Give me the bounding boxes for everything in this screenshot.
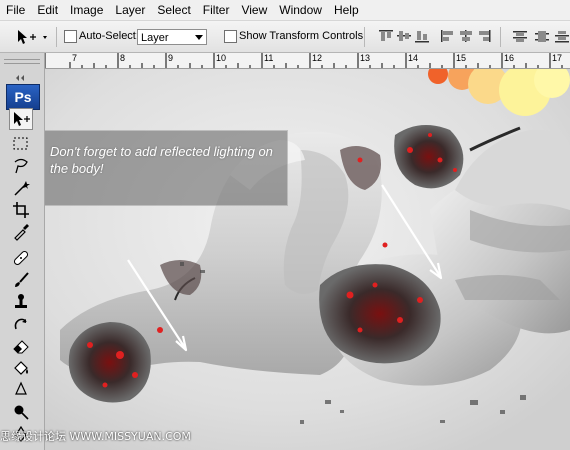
dodge-tool[interactable] bbox=[9, 401, 33, 423]
collapse-arrows-icon[interactable] bbox=[16, 68, 26, 81]
dodge-icon bbox=[14, 405, 29, 420]
ruler-label: 11 bbox=[264, 53, 274, 63]
align-horizontal-center-icon[interactable] bbox=[458, 29, 474, 43]
auto-select-label: Auto-Select: bbox=[79, 30, 139, 42]
menu-image[interactable]: Image bbox=[64, 0, 109, 20]
paint-bucket-tool[interactable] bbox=[9, 357, 33, 379]
align-vertical-center-icon[interactable] bbox=[396, 29, 412, 43]
ruler-label: 15 bbox=[456, 53, 467, 63]
menu-help[interactable]: Help bbox=[328, 0, 365, 20]
distribute-bottom-icon[interactable] bbox=[554, 29, 570, 43]
auto-select-checkbox[interactable] bbox=[64, 30, 77, 43]
menu-select[interactable]: Select bbox=[151, 0, 196, 20]
quick-selection-tool[interactable] bbox=[9, 177, 33, 199]
menu-filter[interactable]: Filter bbox=[197, 0, 236, 20]
separator bbox=[364, 27, 365, 47]
ruler-label: 7 bbox=[72, 53, 78, 63]
horizontal-ruler[interactable]: 7 8 9 10 11 12 13 14 15 16 17 bbox=[45, 53, 570, 69]
menu-bar: File Edit Image Layer Select Filter View… bbox=[0, 0, 570, 21]
crop-icon bbox=[13, 202, 29, 218]
bandage-icon bbox=[13, 250, 29, 266]
separator bbox=[56, 27, 57, 47]
eraser-tool[interactable] bbox=[9, 335, 33, 357]
stamp-icon bbox=[15, 294, 27, 308]
menu-window[interactable]: Window bbox=[273, 0, 328, 20]
ruler-label: 13 bbox=[360, 53, 371, 63]
marquee-tool[interactable] bbox=[9, 133, 33, 155]
eyedropper-tool[interactable] bbox=[9, 221, 33, 243]
brush-tool[interactable] bbox=[9, 269, 33, 291]
move-tool-icon bbox=[14, 112, 30, 126]
document-canvas[interactable]: Don't forget to add reflected lighting o… bbox=[45, 69, 570, 450]
menu-edit[interactable]: Edit bbox=[31, 0, 64, 20]
auto-select-dropdown[interactable]: Layer bbox=[137, 29, 207, 45]
clone-stamp-tool[interactable] bbox=[9, 291, 33, 313]
ruler-label: 16 bbox=[504, 53, 515, 63]
transform-controls-checkbox[interactable] bbox=[224, 30, 237, 43]
ruler-label: 9 bbox=[168, 53, 174, 63]
rectangular-marquee-icon bbox=[13, 137, 28, 150]
history-brush-icon bbox=[14, 318, 27, 330]
ruler-label: 17 bbox=[552, 53, 563, 63]
align-left-icon[interactable] bbox=[440, 29, 456, 43]
ruler-label: 8 bbox=[120, 53, 126, 63]
menu-layer[interactable]: Layer bbox=[109, 0, 151, 20]
chevron-down-icon bbox=[195, 35, 203, 40]
lasso-icon bbox=[14, 158, 28, 174]
align-bottom-icon[interactable] bbox=[414, 29, 430, 43]
move-tool-icon bbox=[18, 30, 47, 44]
transform-controls-label: Show Transform Controls bbox=[239, 30, 364, 42]
lasso-tool[interactable] bbox=[9, 155, 33, 177]
move-tool[interactable] bbox=[9, 108, 33, 130]
ruler-label: 12 bbox=[312, 53, 323, 63]
watermark: 思缘设计论坛 WWW.MISSYUAN.COM bbox=[0, 430, 191, 443]
blur-tool[interactable] bbox=[9, 379, 33, 401]
blur-drop-icon bbox=[15, 381, 27, 395]
toolbox-grip[interactable] bbox=[4, 59, 40, 64]
menu-file[interactable]: File bbox=[0, 0, 31, 20]
paint-bucket-icon bbox=[14, 361, 28, 375]
magic-wand-icon bbox=[14, 181, 30, 196]
align-top-icon[interactable] bbox=[378, 29, 394, 43]
tool-preset-picker[interactable] bbox=[14, 27, 50, 47]
distribute-center-icon[interactable] bbox=[534, 29, 550, 43]
auto-select-value: Layer bbox=[141, 32, 169, 44]
toolbox: Ps bbox=[0, 53, 45, 450]
align-right-icon[interactable] bbox=[476, 29, 492, 43]
healing-brush-tool[interactable] bbox=[9, 247, 33, 269]
photoshop-logo: Ps bbox=[6, 84, 40, 110]
history-brush-tool[interactable] bbox=[9, 313, 33, 335]
eyedropper-icon bbox=[14, 224, 29, 241]
annotation-text: Don't forget to add reflected lighting o… bbox=[50, 144, 273, 176]
menu-view[interactable]: View bbox=[235, 0, 273, 20]
ruler-label: 10 bbox=[216, 53, 227, 63]
separator bbox=[500, 27, 501, 47]
brush-icon bbox=[15, 272, 29, 287]
options-bar: Auto-Select: Layer Show Transform Contro… bbox=[0, 21, 570, 53]
crop-tool[interactable] bbox=[9, 199, 33, 221]
artwork-image bbox=[45, 69, 570, 450]
distribute-top-icon[interactable] bbox=[512, 29, 528, 43]
eraser-icon bbox=[13, 340, 29, 354]
ruler-label: 14 bbox=[408, 53, 419, 63]
